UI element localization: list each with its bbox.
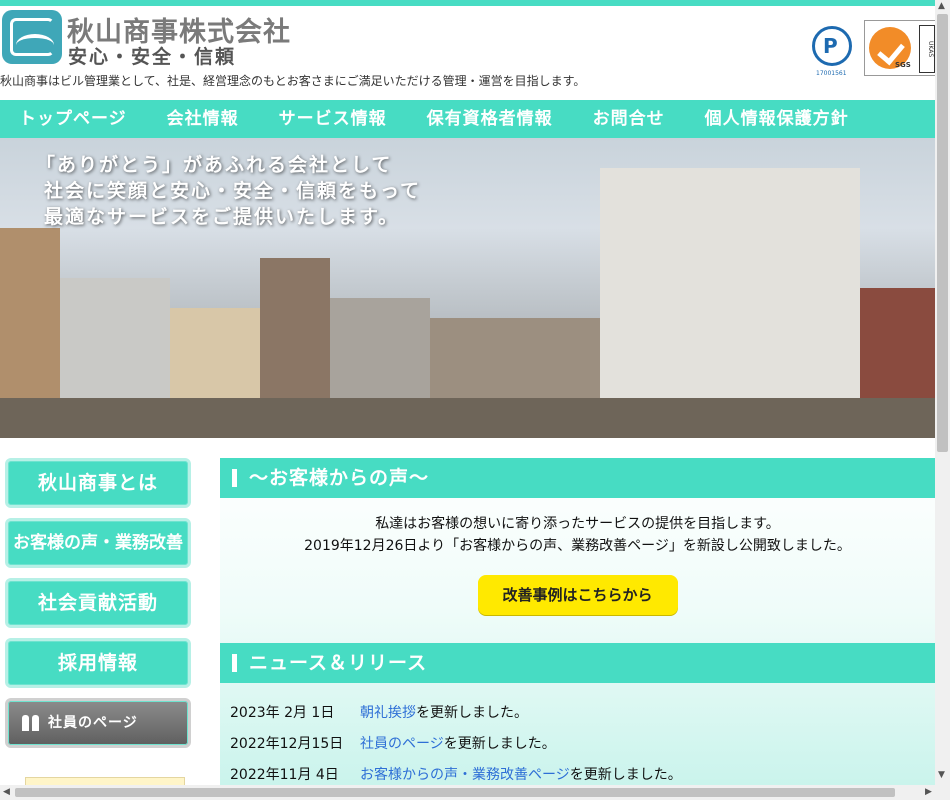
- sgs-label: SGS: [895, 61, 911, 69]
- sidebar-item-recruit[interactable]: 採用情報: [5, 638, 191, 688]
- main-content: 〜お客様からの声〜 私達はお客様の想いに寄り添ったサービスの提供を目指します。 …: [220, 458, 935, 800]
- company-logo-icon[interactable]: [2, 10, 62, 64]
- iso-certification-badge: SGS UKAS: [864, 20, 936, 76]
- news-date: 2023年 2月 1日: [230, 705, 335, 721]
- intro-line: 私達はお客様の想いに寄り添ったサービスの提供を目指します。: [375, 516, 780, 532]
- news-item: 2023年 2月 1日 朝礼挨拶を更新しました。: [220, 698, 935, 729]
- hero-line: 最適なサービスをご提供いたします。: [44, 206, 400, 228]
- news-suffix: を更新しました。: [443, 736, 556, 752]
- nav-item-top[interactable]: トップページ: [0, 100, 147, 138]
- main-nav: トップページ 会社情報 サービス情報 保有資格者情報 お問合せ 個人情報保護方針: [0, 100, 935, 138]
- nav-item-privacy[interactable]: 個人情報保護方針: [685, 100, 869, 138]
- vertical-scrollbar[interactable]: ▲ ▼: [935, 0, 950, 785]
- sidebar-item-about[interactable]: 秋山商事とは: [5, 458, 191, 508]
- nav-item-contact[interactable]: お問合せ: [573, 100, 685, 138]
- ukas-label: UKAS: [919, 25, 935, 73]
- scroll-right-icon[interactable]: ▶: [925, 785, 932, 800]
- nav-item-company[interactable]: 会社情報: [147, 100, 259, 138]
- hero-message: 「ありがとう」があふれる会社として 社会に笑顔と安心・安全・信頼をもって 最適な…: [36, 152, 421, 230]
- sidebar-item-customer-voice[interactable]: お客様の声・業務改善: [5, 518, 191, 568]
- section-title: 〜お客様からの声〜: [249, 467, 430, 489]
- news-heading: ニュース＆リリース: [220, 643, 935, 683]
- company-slogan: 安心・安全・信頼: [68, 46, 237, 68]
- hero-building: [0, 398, 935, 438]
- site-header: 秋山商事株式会社 安心・安全・信頼 秋山商事はビル管理業として、社是、経営理念の…: [0, 6, 936, 100]
- vertical-scroll-thumb[interactable]: [937, 14, 948, 452]
- news-date: 2022年12月15日: [230, 736, 344, 752]
- sidebar-item-staff-page[interactable]: 社員のページ: [5, 698, 191, 748]
- customer-voice-heading: 〜お客様からの声〜: [220, 458, 935, 498]
- privacy-mark-badge: P 17001561: [808, 22, 854, 77]
- intro-line: 2019年12月26日より「お客様からの声、業務改善ページ」を新設し公開致しまし…: [304, 538, 851, 554]
- horizontal-scrollbar[interactable]: ◀ ▶: [0, 785, 950, 800]
- scroll-left-icon[interactable]: ◀: [3, 785, 10, 800]
- news-link[interactable]: お客様からの声・業務改善ページ: [360, 767, 570, 783]
- sidebar: 秋山商事とは お客様の声・業務改善 社会貢献活動 採用情報 社員のページ: [5, 458, 191, 758]
- customer-voice-intro: 私達はお客様の想いに寄り添ったサービスの提供を目指します。 2019年12月26…: [220, 513, 935, 557]
- horizontal-scroll-thumb[interactable]: [15, 788, 895, 797]
- news-link[interactable]: 朝礼挨拶: [360, 705, 416, 721]
- hero-banner: 「ありがとう」があふれる会社として 社会に笑顔と安心・安全・信頼をもって 最適な…: [0, 138, 935, 438]
- staff-people-icon: [22, 715, 42, 731]
- news-item: 2022年12月15日 社員のページを更新しました。: [220, 729, 935, 760]
- privacy-mark-number: 17001561: [816, 70, 847, 77]
- news-suffix: を更新しました。: [569, 767, 682, 783]
- hero-line: 社会に笑顔と安心・安全・信頼をもって: [44, 180, 422, 202]
- scroll-down-icon[interactable]: ▼: [938, 770, 945, 780]
- company-tagline: 秋山商事はビル管理業として、社是、経営理念のもとお客さまにご満足いただける管理・…: [0, 74, 586, 88]
- sidebar-item-social-activities[interactable]: 社会貢献活動: [5, 578, 191, 628]
- sidebar-item-label: 社員のページ: [48, 715, 138, 731]
- scroll-up-icon[interactable]: ▲: [938, 1, 945, 11]
- news-link[interactable]: 社員のページ: [360, 736, 444, 752]
- hero-line: 「ありがとう」があふれる会社として: [36, 154, 393, 176]
- improvement-cases-button[interactable]: 改善事例はこちらから: [477, 575, 678, 615]
- news-suffix: を更新しました。: [416, 705, 528, 721]
- nav-item-qualifications[interactable]: 保有資格者情報: [407, 100, 573, 138]
- heading-bar-icon: [232, 654, 237, 672]
- heading-bar-icon: [232, 469, 237, 487]
- nav-item-services[interactable]: サービス情報: [259, 100, 407, 138]
- section-title: ニュース＆リリース: [249, 652, 428, 674]
